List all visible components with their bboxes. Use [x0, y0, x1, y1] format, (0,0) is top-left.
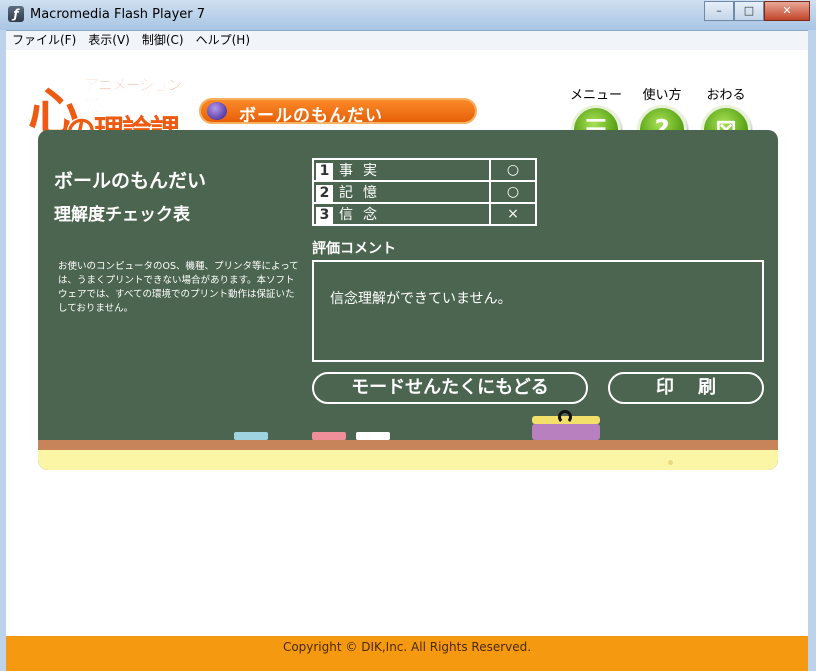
ball-icon — [207, 102, 227, 120]
chalkboard: ボールのもんだい 理解度チェック表 お使いのコンピュータのOS、機種、プリンタ等… — [38, 130, 778, 470]
item-number: 1 — [316, 163, 333, 180]
comment-label: 評価コメント — [312, 241, 396, 257]
check-mark: ○ — [489, 180, 537, 204]
check-item: 2 記憶 — [312, 180, 491, 204]
table-row: 2 記憶 ○ — [312, 180, 537, 204]
minimize-button[interactable]: – — [704, 1, 734, 21]
chalk-tray-base — [38, 450, 778, 470]
flash-app-icon: ƒ — [8, 6, 24, 22]
board-title: ボールのもんだい — [54, 170, 207, 192]
chalk-white — [356, 432, 390, 440]
menu-control[interactable]: 制御(C) — [136, 31, 190, 50]
item-label: 事実 — [339, 163, 387, 179]
check-mark: ○ — [489, 158, 537, 182]
footer-bar: Copyright © DIK,Inc. All Rights Reserved… — [6, 636, 808, 671]
title-bar[interactable]: ƒ Macromedia Flash Player 7 – □ ✕ — [0, 0, 816, 31]
check-item: 3 信念 — [312, 202, 491, 226]
maximize-button[interactable]: □ — [734, 1, 764, 21]
chalk-tray — [38, 440, 778, 450]
item-number: 3 — [316, 207, 333, 224]
menu-view[interactable]: 表示(V) — [82, 31, 136, 50]
menu-file[interactable]: ファイル(F) — [6, 31, 82, 50]
check-item: 1 事実 — [312, 158, 491, 182]
print-notice: お使いのコンピュータのOS、機種、プリンタ等によっては、うまくプリントできない場… — [58, 261, 299, 314]
nav-exit-label: おわる — [706, 88, 746, 103]
flash-content: アニメーション版 心 の理論課題 ボールのもんだい メニュー ☰ 使い方 ? お… — [6, 50, 808, 671]
menu-bar: ファイル(F) 表示(V) 制御(C) ヘルプ(H) — [6, 31, 808, 51]
window-controls: – □ ✕ — [704, 1, 810, 21]
chalk-blue — [234, 432, 268, 440]
comment-box: 信念理解ができていません。 — [312, 260, 764, 362]
comment-text: 信念理解ができていません。 — [330, 291, 512, 307]
table-row: 3 信念 × — [312, 202, 537, 226]
eraser-icon — [532, 424, 600, 440]
chalk-pink — [312, 432, 346, 440]
window-frame-right — [808, 30, 816, 671]
copyright-text: Copyright © DIK,Inc. All Rights Reserved… — [282, 640, 532, 654]
menu-help[interactable]: ヘルプ(H) — [190, 31, 256, 50]
tray-dot — [668, 460, 673, 465]
scene-title-banner: ボールのもんだい — [199, 98, 477, 126]
item-label: 記憶 — [339, 185, 387, 201]
print-button[interactable]: 印刷 — [608, 372, 764, 404]
item-label: 信念 — [339, 207, 387, 223]
check-mark: × — [489, 202, 537, 226]
back-to-mode-select-button[interactable]: モードせんたくにもどる — [312, 372, 588, 404]
item-number: 2 — [316, 185, 333, 202]
check-table: 1 事実 ○ 2 記憶 ○ 3 信念 × — [312, 158, 537, 226]
window-title: Macromedia Flash Player 7 — [30, 7, 206, 22]
table-row: 1 事実 ○ — [312, 158, 537, 182]
scene-title: ボールのもんだい — [239, 106, 383, 126]
board-subtitle: 理解度チェック表 — [54, 205, 190, 225]
eraser-handle — [558, 410, 572, 424]
close-button[interactable]: ✕ — [764, 1, 810, 21]
